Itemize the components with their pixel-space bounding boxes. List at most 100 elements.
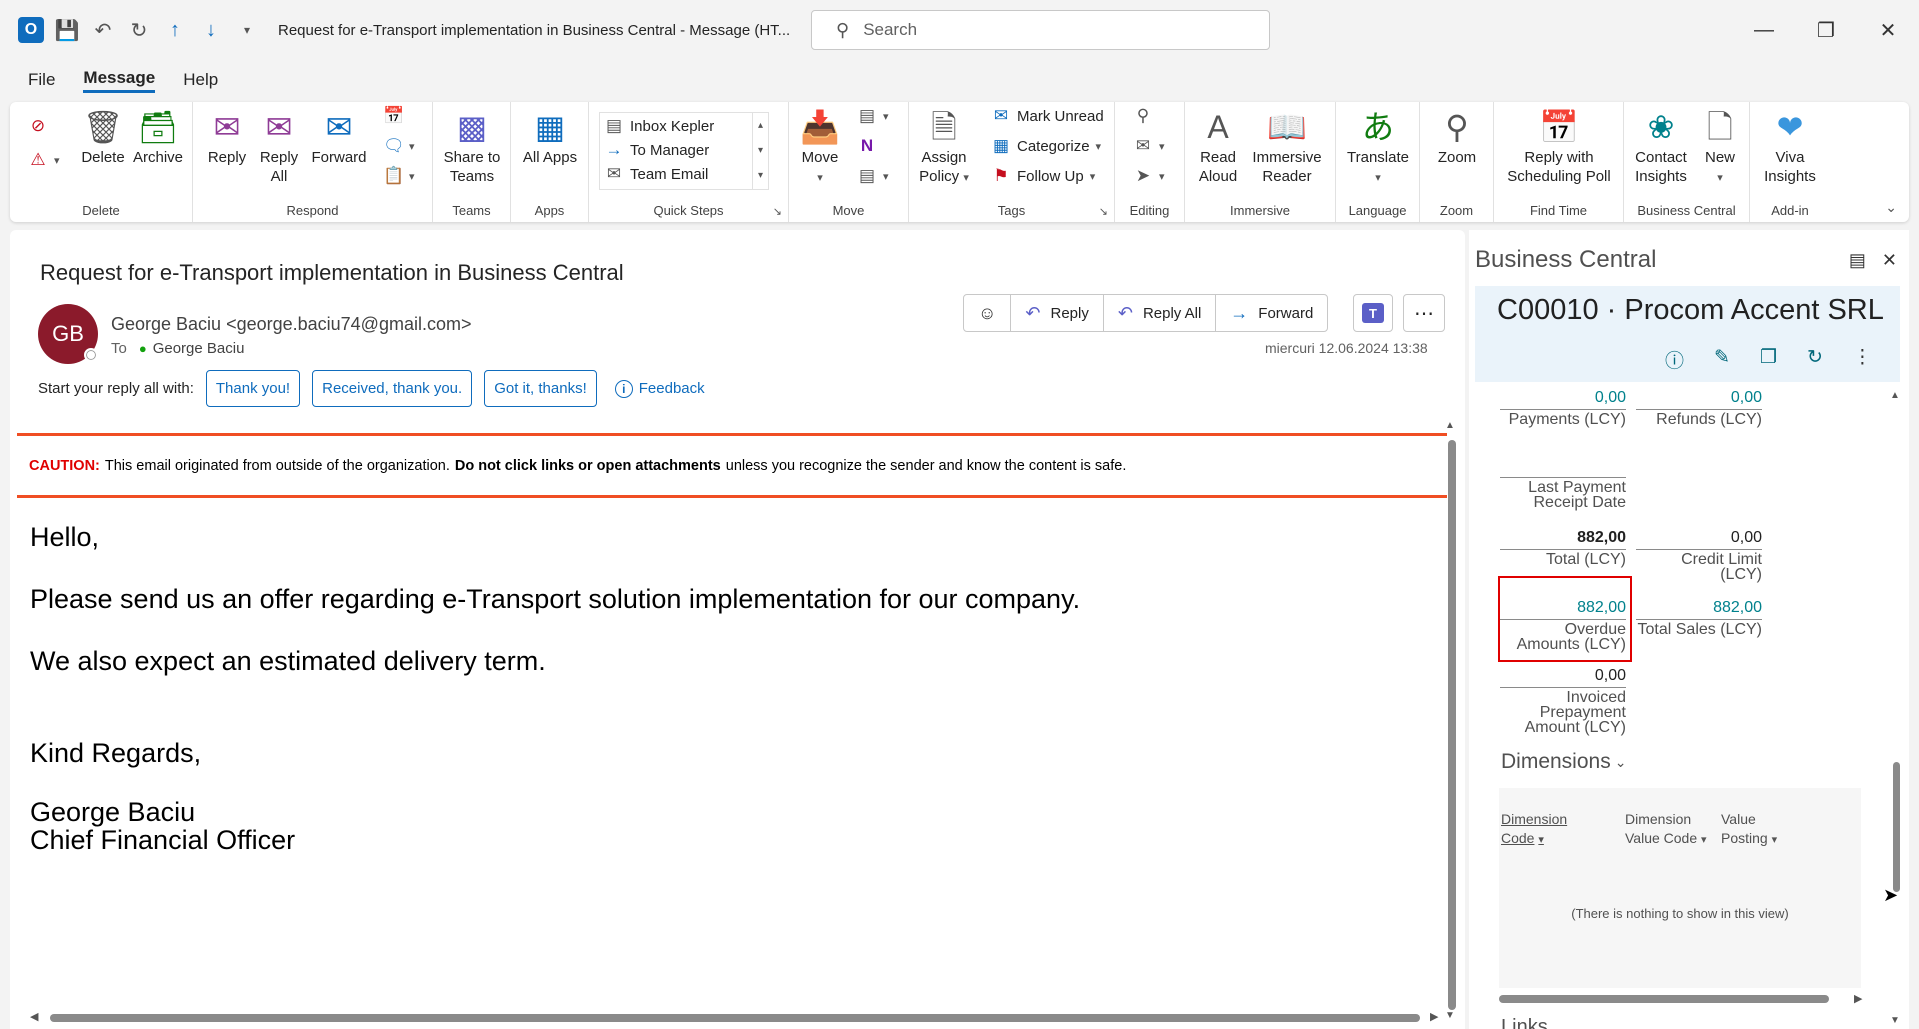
field-value[interactable]: 882,00 — [1500, 600, 1626, 620]
customize-qat-icon[interactable]: ▾ — [234, 17, 260, 43]
contact-insights-button[interactable]: ❀ Contact Insights — [1628, 108, 1694, 186]
tab-help[interactable]: Help — [183, 70, 218, 90]
scroll-left-icon[interactable]: ◀ — [30, 1010, 38, 1023]
scrollbar-thumb[interactable] — [1448, 440, 1456, 1010]
delete-button[interactable]: 🗑 Delete — [78, 108, 128, 167]
column-value-posting[interactable]: Value Posting ▾ — [1721, 810, 1777, 850]
suggested-reply-got-it[interactable]: Got it, thanks! — [484, 370, 597, 407]
more-actions-button[interactable]: ⋯ — [1403, 294, 1445, 332]
ignore-button[interactable]: ⊘ — [28, 116, 48, 136]
close-pane-icon[interactable]: ✕ — [1882, 250, 1897, 271]
teams-icon: T — [1362, 303, 1384, 323]
field-total-sales[interactable]: 882,00 Total Sales (LCY) — [1636, 600, 1762, 638]
suggested-reply-received[interactable]: Received, thank you. — [312, 370, 473, 407]
quick-steps-scroll[interactable]: ▴ ▾ ▾ — [752, 113, 768, 189]
undo-icon[interactable]: ↶ — [90, 17, 116, 43]
field-refunds[interactable]: 0,00 Refunds (LCY) — [1636, 390, 1762, 428]
redo-icon[interactable]: ↻ — [126, 17, 152, 43]
dimensions-section-header[interactable]: Dimensions ⌄ — [1501, 750, 1626, 774]
quick-step-to-manager[interactable]: → To Manager — [604, 140, 710, 160]
field-value[interactable]: 0,00 — [1500, 390, 1626, 410]
reply-button[interactable]: ✉ Reply — [205, 108, 249, 167]
onenote-button[interactable]: N — [857, 136, 877, 156]
search-input[interactable]: ⚲ Search — [811, 10, 1270, 50]
im-button[interactable]: 🗨 ▾ — [383, 136, 415, 156]
categorize-button[interactable]: ▦ Categorize ▾ — [991, 136, 1101, 156]
forward-button[interactable]: ✉ Forward — [309, 108, 369, 167]
related-button[interactable]: ✉ ▾ — [1133, 136, 1165, 156]
refresh-icon[interactable]: ↻ — [1807, 346, 1823, 373]
field-value[interactable]: 882,00 — [1636, 600, 1762, 620]
teams-chat-button[interactable]: T — [1353, 294, 1393, 332]
reply-all-button[interactable]: ✉ Reply All — [257, 108, 301, 186]
scrollbar-thumb[interactable] — [1499, 995, 1829, 1003]
field-payments[interactable]: 0,00 Payments (LCY) — [1500, 390, 1626, 428]
select-button[interactable]: ➤ ▾ — [1133, 166, 1165, 186]
tab-message[interactable]: Message — [83, 68, 156, 93]
avatar[interactable]: GB — [38, 304, 98, 364]
meeting-button[interactable]: 📅 — [383, 106, 404, 126]
more-respond-button[interactable]: 📋 ▾ — [383, 166, 415, 186]
all-apps-button[interactable]: ▦ All Apps — [521, 108, 579, 167]
more-vertical-icon[interactable]: ⋮ — [1853, 346, 1872, 373]
quick-step-team-email[interactable]: ✉ Team Email — [604, 164, 708, 184]
collapse-ribbon-icon[interactable]: ⌄ — [1885, 199, 1897, 216]
scrollbar-thumb[interactable] — [50, 1014, 1420, 1022]
field-overdue-amounts[interactable]: 882,00 Overdue Amounts (LCY) — [1500, 600, 1626, 653]
scroll-up-icon[interactable]: ▲ — [1445, 420, 1455, 431]
mark-unread-button[interactable]: ✉ Mark Unread — [991, 106, 1104, 126]
minimize-button[interactable]: — — [1733, 0, 1795, 60]
edit-pencil-icon[interactable]: ✎ — [1714, 346, 1730, 373]
recipient-name[interactable]: George Baciu — [153, 340, 245, 357]
field-value[interactable]: 0,00 — [1636, 390, 1762, 410]
bc-vertical-scrollbar[interactable]: ▲ ▼ — [1889, 390, 1903, 1029]
emoji-reaction-button[interactable]: ☺ — [964, 295, 1012, 331]
open-new-window-icon[interactable]: ❐ — [1760, 346, 1777, 373]
suggested-reply-thank-you[interactable]: Thank you! — [205, 370, 301, 407]
share-to-teams-button[interactable]: ▩ Share to Teams — [435, 108, 509, 186]
immersive-reader-button[interactable]: 📖 Immersive Reader — [1247, 108, 1327, 186]
archive-button[interactable]: 🗃 Archive — [130, 108, 186, 167]
zoom-button[interactable]: ⚲ Zoom — [1430, 108, 1484, 167]
dialog-launcher-icon[interactable]: ↘ — [1099, 205, 1108, 218]
feedback-link[interactable]: i Feedback — [614, 379, 705, 398]
dimensions-horizontal-scrollbar[interactable]: ▶ — [1499, 992, 1869, 1006]
scroll-up-icon[interactable]: ▲ — [1890, 390, 1900, 401]
save-icon[interactable]: 💾 — [54, 17, 80, 43]
message-horizontal-scrollbar[interactable]: ◀ ▶ — [30, 1010, 1450, 1024]
translate-button[interactable]: あ Translate ▾ — [1342, 108, 1414, 188]
rules-button[interactable]: ▤ ▾ — [857, 106, 889, 126]
follow-up-button[interactable]: ⚑ Follow Up ▾ — [991, 166, 1095, 186]
read-aloud-button[interactable]: A Read Aloud — [1193, 108, 1243, 186]
reply-with-scheduling-poll-button[interactable]: 📅 Reply with Scheduling Poll — [1498, 108, 1620, 186]
dialog-launcher-icon[interactable]: ↘ — [773, 205, 782, 218]
scroll-right-icon[interactable]: ▶ — [1430, 1010, 1438, 1023]
scroll-right-icon[interactable]: ▶ — [1854, 992, 1862, 1005]
scroll-down-icon[interactable]: ▼ — [1890, 1015, 1900, 1026]
new-button[interactable]: 🗋 New ▾ — [1698, 108, 1742, 188]
previous-item-icon[interactable]: ↑ — [162, 17, 188, 43]
info-icon[interactable]: ⓘ — [1665, 346, 1684, 373]
column-dimension-code[interactable]: Dimension Code ▾ — [1501, 810, 1567, 850]
next-item-icon[interactable]: ↓ — [198, 17, 224, 43]
message-vertical-scrollbar[interactable]: ▲ ▼ — [1445, 420, 1457, 1021]
quick-step-inbox-kepler[interactable]: ▤ Inbox Kepler — [604, 116, 714, 136]
actions-button[interactable]: ▤ ▾ — [857, 166, 889, 186]
pin-pane-icon[interactable]: ▤ — [1849, 250, 1866, 271]
scrollbar-thumb[interactable] — [1893, 762, 1900, 892]
tab-file[interactable]: File — [28, 70, 55, 90]
links-section-header[interactable]: Links — [1501, 1016, 1548, 1029]
viva-insights-button[interactable]: ❤ Viva Insights — [1754, 108, 1826, 186]
assign-policy-button[interactable]: 🗎 Assign Policy ▾ — [913, 108, 975, 188]
reply-action-button[interactable]: ↶ Reply — [1011, 295, 1104, 331]
junk-button[interactable]: ⚠ ▾ — [28, 150, 59, 170]
reply-all-action-button[interactable]: ↶ Reply All — [1104, 295, 1217, 331]
sender[interactable]: George Baciu <george.baciu74@gmail.com> — [111, 314, 471, 335]
column-dimension-value-code[interactable]: Dimension Value Code ▾ — [1625, 810, 1707, 850]
forward-action-button[interactable]: → Forward — [1216, 295, 1327, 331]
close-window-button[interactable]: ✕ — [1857, 0, 1919, 60]
move-button[interactable]: 📥 Move ▾ — [795, 108, 845, 188]
find-button[interactable]: ⚲ — [1133, 106, 1153, 126]
restore-button[interactable]: ❐ — [1795, 0, 1857, 60]
ribbon-group-immersive: A Read Aloud 📖 Immersive Reader Immersive — [1185, 102, 1336, 222]
